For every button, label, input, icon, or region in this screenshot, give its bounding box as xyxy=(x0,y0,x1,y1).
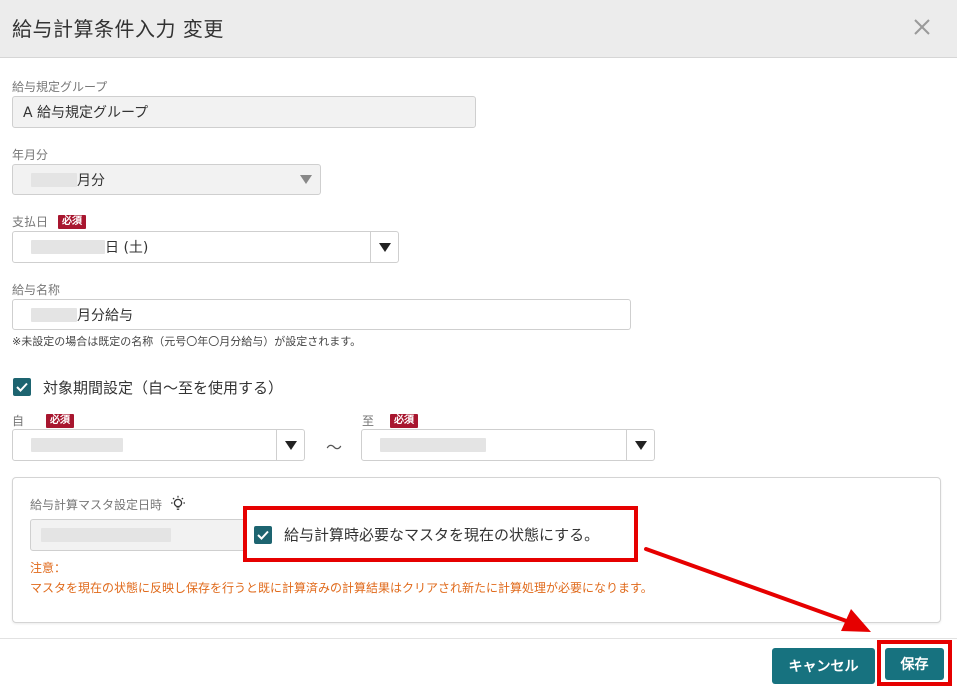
masked-value xyxy=(31,240,105,254)
year-month-value: 月分 xyxy=(77,172,105,189)
footer-divider xyxy=(0,638,957,639)
period-to-label: 至 必須 xyxy=(362,412,419,429)
masked-value xyxy=(31,172,77,187)
chevron-down-icon[interactable] xyxy=(370,232,398,262)
dialog-header: 給与計算条件入力 変更 xyxy=(0,0,957,58)
chevron-down-icon[interactable] xyxy=(292,165,320,194)
masked-value xyxy=(380,438,486,452)
period-checkbox-label[interactable]: 対象期間設定（自～至を使用する） xyxy=(43,377,283,398)
year-month-label: 年月分 xyxy=(12,148,49,162)
masked-value xyxy=(31,438,123,452)
warning-title: 注意： xyxy=(30,561,67,575)
salary-name-note: ※未設定の場合は既定の名称（元号〇年〇月分給与）が設定されます。 xyxy=(12,335,362,348)
warning-text: マスタを現在の状態に反映し保存を行うと既に計算済みの計算結果はクリアされ新たに計… xyxy=(30,581,653,595)
chevron-down-icon[interactable] xyxy=(276,430,304,460)
pay-date-value: 日 (土) xyxy=(105,240,149,256)
required-badge: 必須 xyxy=(390,413,419,428)
period-from-select[interactable] xyxy=(12,429,305,461)
group-label: 給与規定グループ xyxy=(12,80,108,94)
close-icon[interactable] xyxy=(909,14,935,40)
group-value: A 給与規定グループ xyxy=(23,105,149,121)
year-month-select[interactable]: 月分 xyxy=(12,164,321,195)
salary-name-value: 月分給与 xyxy=(77,307,133,324)
master-datetime-field xyxy=(30,519,254,551)
required-badge: 必須 xyxy=(46,413,75,428)
master-checkbox-label[interactable]: 給与計算時必要なマスタを現在の状態にする。 xyxy=(284,524,599,545)
salary-name-input[interactable]: 月分給与 xyxy=(12,299,631,330)
pay-date-label: 支払日 必須 xyxy=(12,213,87,230)
period-checkbox[interactable] xyxy=(13,378,31,396)
masked-value xyxy=(31,307,77,322)
period-from-label: 自 必須 xyxy=(12,412,75,429)
period-separator: ～ xyxy=(326,438,343,457)
group-field: A 給与規定グループ xyxy=(12,96,476,128)
period-to-select[interactable] xyxy=(361,429,655,461)
required-badge: 必須 xyxy=(58,214,87,229)
check-icon xyxy=(257,530,269,540)
save-button[interactable]: 保存 xyxy=(885,648,944,680)
cancel-button[interactable]: キャンセル xyxy=(772,648,875,684)
salary-name-label: 給与名称 xyxy=(12,283,61,297)
check-icon xyxy=(16,382,28,392)
lightbulb-icon[interactable] xyxy=(169,495,187,513)
master-checkbox[interactable] xyxy=(254,526,272,544)
pay-date-select[interactable]: 日 (土) xyxy=(12,231,399,263)
chevron-down-icon[interactable] xyxy=(626,430,654,460)
masked-value xyxy=(41,528,171,542)
dialog-title: 給与計算条件入力 変更 xyxy=(12,17,224,41)
master-label: 給与計算マスタ設定日時 xyxy=(30,495,187,513)
